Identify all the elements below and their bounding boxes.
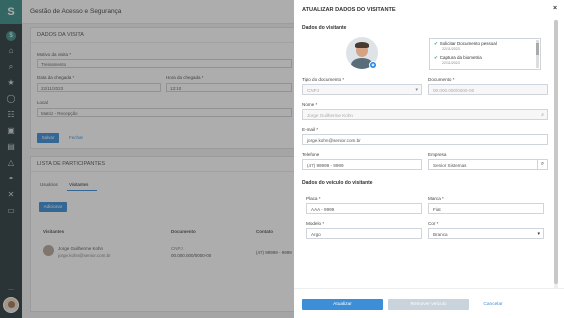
search-icon[interactable]: ⌕ (541, 112, 544, 118)
phone-label: Telefone (302, 152, 320, 157)
phone-field[interactable]: (47) 99999 - 9999 (302, 159, 422, 170)
email-label: E-mail * (302, 127, 319, 132)
remove-vehicle-button[interactable]: Remover veículo (388, 299, 469, 310)
update-button[interactable]: Atualizar (302, 299, 383, 310)
cancel-button[interactable]: Cancelar (476, 299, 510, 310)
plate-label: Placa * (306, 196, 321, 201)
name-field[interactable]: Jorge Guilherme Kohn ⌕ (302, 109, 548, 120)
plate-field[interactable]: AAA - 9999 (306, 203, 422, 214)
steps-scrollbar[interactable] (536, 40, 539, 68)
brand-field[interactable]: Fiat (428, 203, 544, 214)
modal-scrollbar[interactable] (554, 20, 558, 288)
modal-footer: Atualizar Remover veículo Cancelar (294, 288, 564, 318)
camera-icon[interactable]: ◉ (369, 61, 377, 69)
list-item: ✔ Captura da biometria 22/11/2023 (434, 55, 482, 65)
modal-title: ATUALIZAR DADOS DO VISITANTE (302, 7, 396, 13)
color-select[interactable]: Branca ▾ (428, 228, 544, 239)
update-visitor-modal: ATUALIZAR DADOS DO VISITANTE × Dados do … (294, 0, 564, 318)
check-icon: ✔ (434, 55, 438, 60)
steps-list[interactable]: ✔ Solicitar Documento pessoal 22/11/2023 … (429, 38, 541, 70)
email-field[interactable]: jorge.kohn@senior.com.br (302, 134, 548, 145)
model-label: Modelo * (306, 221, 325, 226)
chevron-down-icon: ▾ (537, 231, 540, 237)
vehicle-section-title: Dados do veículo do visitante (302, 180, 373, 186)
list-item: ✔ Solicitar Documento pessoal 22/11/2023 (434, 41, 497, 51)
doc-label: Documento * (428, 77, 455, 82)
doc-type-label: Tipo do documento * (302, 77, 345, 82)
color-label: Cor * (428, 221, 439, 226)
doc-type-select[interactable]: CNPJ ▾ (302, 84, 422, 95)
search-icon[interactable]: ⌕ (537, 160, 547, 169)
visitor-section-title: Dados do visitante (302, 25, 347, 31)
name-label: Nome * (302, 102, 318, 107)
company-field[interactable]: Senior Sistemas ⌕ (428, 159, 548, 170)
company-label: Empresa (428, 152, 447, 157)
close-icon[interactable]: × (553, 5, 557, 12)
brand-label: Marca * (428, 196, 444, 201)
doc-field[interactable]: 00.000.000/0000-00 (428, 84, 548, 95)
chevron-down-icon: ▾ (415, 87, 418, 93)
check-icon: ✔ (434, 41, 438, 46)
model-field[interactable]: Argo (306, 228, 422, 239)
